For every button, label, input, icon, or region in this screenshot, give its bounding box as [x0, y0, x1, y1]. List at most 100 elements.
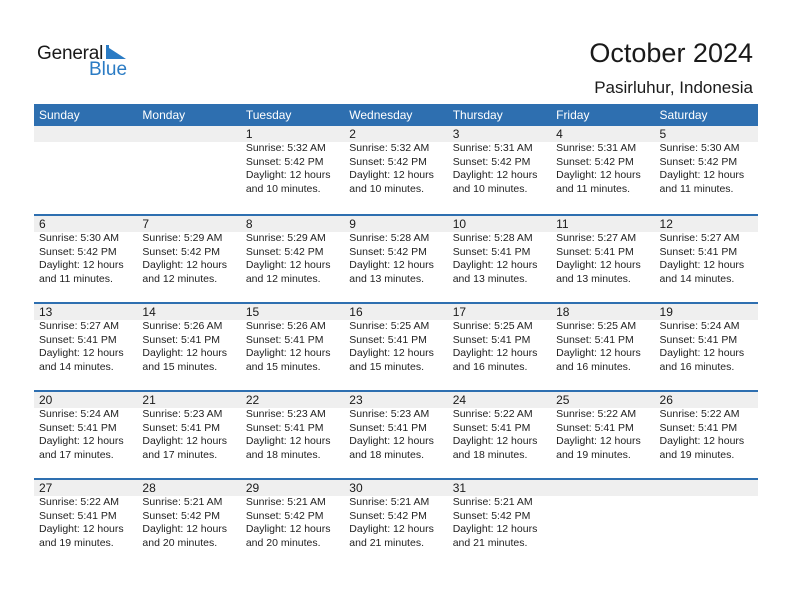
sunrise-text: Sunrise: 5:24 AM — [659, 320, 740, 332]
logo: General Blue — [37, 43, 137, 83]
daylight-text: Daylight: 12 hours — [659, 169, 745, 181]
daylight-text: Daylight: 12 hours — [39, 523, 124, 535]
weekday-wednesday: Wednesday — [349, 108, 413, 122]
day-number: 31 — [452, 481, 467, 495]
day-number: 8 — [245, 217, 253, 231]
day-cell: 28 Sunrise: 5:21 AM Sunset: 5:42 PM Dayligh… — [137, 480, 240, 550]
day-cell: 8 Sunrise: 5:29 AM Sunset: 5:42 PM Daylight… — [241, 216, 344, 286]
daylight-text: Daylight: 12 hours — [142, 347, 228, 359]
daylight-minutes-text: and 17 minutes. — [142, 448, 218, 461]
day-cell: 27 Sunrise: 5:22 AM Sunset: 5:41 PM Dayligh… — [34, 480, 137, 550]
day-number: 6 — [39, 217, 46, 231]
daylight-text: Daylight: 12 hours — [142, 259, 228, 271]
sunrise-text: Sunrise: 5:25 AM — [349, 320, 430, 332]
week-days: 13 Sunrise: 5:27 AM Sunset: 5:41 PM Dayligh… — [34, 304, 758, 374]
day-cell: 5 Sunrise: 5:30 AM Sunset: 5:42 PM Daylight… — [655, 126, 758, 196]
day-number: 27 — [39, 481, 53, 495]
day-number: 1 — [245, 127, 253, 141]
daylight-minutes-text: and 19 minutes. — [659, 448, 735, 461]
day-cell: 25 Sunrise: 5:22 AM Sunset: 5:41 PM Dayligh… — [551, 392, 654, 462]
daylight-text: Daylight: 12 hours — [452, 259, 538, 271]
daylight-text: Daylight: 12 hours — [452, 435, 538, 447]
day-cell: 20 Sunrise: 5:24 AM Sunset: 5:41 PM Dayligh… — [34, 392, 137, 462]
daylight-text: Daylight: 12 hours — [349, 435, 434, 447]
sunrise-text: Sunrise: 5:23 AM — [349, 408, 430, 420]
daylight-minutes-text: and 14 minutes. — [659, 272, 735, 285]
daylight-text: Daylight: 12 hours — [556, 259, 641, 271]
day-cell: 23 Sunrise: 5:23 AM Sunset: 5:41 PM Dayligh… — [344, 392, 447, 462]
sunrise-text: Sunrise: 5:21 AM — [349, 496, 430, 508]
sunrise-text: Sunrise: 5:28 AM — [452, 232, 533, 244]
day-number: 19 — [659, 305, 673, 319]
weekday-header-row: Sunday Monday Tuesday Wednesday Thursday… — [34, 104, 758, 126]
sunrise-text: Sunrise: 5:23 AM — [245, 408, 326, 420]
sunset-text: Sunset: 5:42 PM — [142, 245, 221, 258]
weekday-thursday: Thursday — [452, 108, 503, 122]
daylight-minutes-text: and 13 minutes. — [349, 272, 424, 285]
daylight-minutes-text: and 11 minutes. — [659, 182, 734, 195]
daylight-minutes-text: and 21 minutes. — [349, 536, 424, 549]
sunset-text: Sunset: 5:42 PM — [349, 155, 427, 168]
week-days: 1 Sunrise: 5:32 AM Sunset: 5:42 PM Daylight… — [34, 126, 758, 196]
daylight-text: Daylight: 12 hours — [245, 435, 331, 447]
daylight-text: Daylight: 12 hours — [349, 347, 434, 359]
daylight-minutes-text: and 13 minutes. — [452, 272, 528, 285]
day-cell: 17 Sunrise: 5:25 AM Sunset: 5:41 PM Dayligh… — [448, 304, 551, 374]
day-cell: 4 Sunrise: 5:31 AM Sunset: 5:42 PM Daylight… — [551, 126, 654, 196]
daylight-minutes-text: and 18 minutes. — [452, 448, 528, 461]
sunrise-text: Sunrise: 5:26 AM — [142, 320, 223, 332]
daylight-text: Daylight: 12 hours — [452, 347, 538, 359]
sunrise-text: Sunrise: 5:29 AM — [245, 232, 326, 244]
sunset-text: Sunset: 5:42 PM — [556, 155, 634, 168]
daylight-text: Daylight: 12 hours — [245, 347, 331, 359]
day-number: 22 — [245, 393, 260, 407]
sunrise-text: Sunrise: 5:32 AM — [349, 142, 430, 154]
sunrise-text: Sunrise: 5:22 AM — [452, 408, 533, 420]
day-number: 11 — [556, 217, 569, 231]
week-row: 13 Sunrise: 5:27 AM Sunset: 5:41 PM Dayligh… — [34, 302, 758, 390]
sunset-text: Sunset: 5:41 PM — [556, 333, 634, 346]
daylight-text: Daylight: 12 hours — [659, 259, 745, 271]
weekday-friday: Friday — [556, 108, 590, 122]
daylight-text: Daylight: 12 hours — [39, 435, 124, 447]
sunrise-text: Sunrise: 5:22 AM — [556, 408, 637, 420]
day-cell: 12 Sunrise: 5:27 AM Sunset: 5:41 PM Dayligh… — [655, 216, 758, 286]
daylight-text: Daylight: 12 hours — [349, 169, 434, 181]
day-cell: 26 Sunrise: 5:22 AM Sunset: 5:41 PM Dayligh… — [655, 392, 758, 462]
daylight-text: Daylight: 12 hours — [659, 435, 745, 447]
day-cell: 14 Sunrise: 5:26 AM Sunset: 5:41 PM Dayligh… — [137, 304, 240, 374]
daylight-minutes-text: and 11 minutes. — [39, 272, 113, 285]
day-cell: 11 Sunrise: 5:27 AM Sunset: 5:41 PM Dayligh… — [551, 216, 654, 286]
triangle-flag-icon — [106, 46, 126, 59]
weekday-sunday: Sunday — [39, 108, 80, 122]
sunrise-text: Sunrise: 5:21 AM — [452, 496, 533, 508]
daylight-text: Daylight: 12 hours — [556, 347, 641, 359]
day-cell: 16 Sunrise: 5:25 AM Sunset: 5:41 PM Dayligh… — [344, 304, 447, 374]
sunrise-text: Sunrise: 5:27 AM — [39, 320, 119, 332]
day-number: 24 — [452, 393, 467, 407]
day-cell: 6 Sunrise: 5:30 AM Sunset: 5:42 PM Daylight… — [34, 216, 137, 286]
day-cell: 31 Sunrise: 5:21 AM Sunset: 5:42 PM Dayligh… — [448, 480, 551, 550]
week-row: 20 Sunrise: 5:24 AM Sunset: 5:41 PM Dayligh… — [34, 390, 758, 478]
day-number: 10 — [452, 217, 467, 231]
daylight-text: Daylight: 12 hours — [245, 169, 331, 181]
sunset-text: Sunset: 5:41 PM — [659, 245, 738, 258]
daylight-minutes-text: and 11 minutes. — [556, 182, 631, 195]
sunrise-text: Sunrise: 5:27 AM — [556, 232, 637, 244]
sunset-text: Sunset: 5:42 PM — [245, 155, 324, 168]
sunrise-text: Sunrise: 5:29 AM — [142, 232, 223, 244]
daylight-text: Daylight: 12 hours — [245, 523, 331, 535]
day-number: 15 — [245, 305, 260, 319]
day-number: 12 — [659, 217, 673, 231]
daylight-text: Daylight: 12 hours — [452, 523, 538, 535]
sunset-text: Sunset: 5:41 PM — [142, 421, 221, 434]
empty-day-cell — [551, 480, 654, 550]
daylight-text: Daylight: 12 hours — [349, 523, 434, 535]
weekday-monday: Monday — [142, 108, 186, 122]
location-subtitle: Pasirluhur, Indonesia — [594, 78, 753, 97]
sunrise-text: Sunrise: 5:30 AM — [659, 142, 740, 154]
sunset-text: Sunset: 5:41 PM — [142, 333, 221, 346]
empty-day-cell — [655, 480, 758, 550]
week-row: 27 Sunrise: 5:22 AM Sunset: 5:41 PM Dayligh… — [34, 478, 758, 566]
sunset-text: Sunset: 5:41 PM — [452, 421, 531, 434]
